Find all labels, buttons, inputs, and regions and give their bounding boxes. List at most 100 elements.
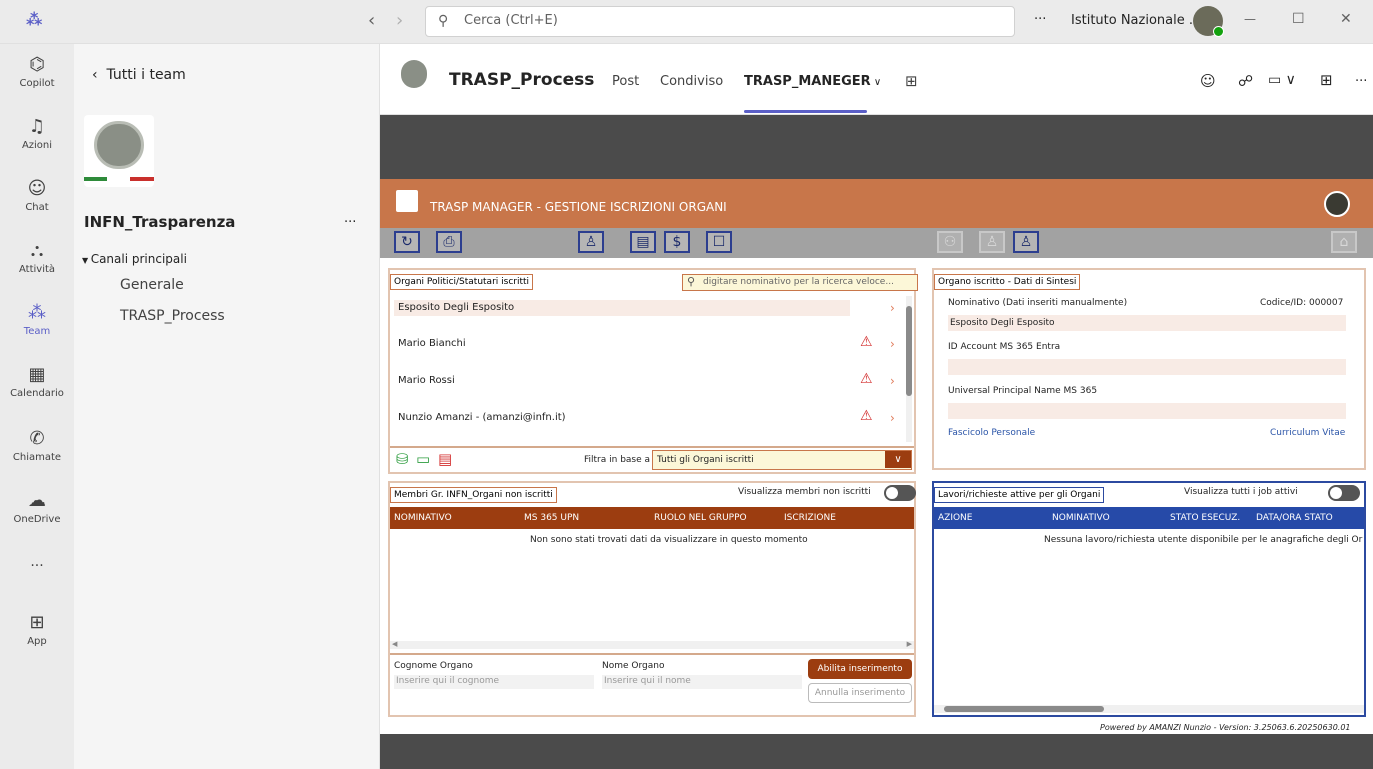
rail-item-attivita[interactable]: ⛬ Attività: [0, 240, 74, 275]
fascicolo-link[interactable]: Fascicolo Personale: [948, 428, 1035, 438]
nome-input[interactable]: Inserire qui il nome: [602, 675, 802, 689]
nominativo-field[interactable]: Esposito Degli Esposito: [948, 315, 1346, 331]
conversation-icon[interactable]: ☺: [1200, 72, 1216, 90]
scrollbar-thumb[interactable]: [906, 306, 912, 396]
column-header[interactable]: MS 365 UPN: [524, 507, 579, 529]
insert-form: Cognome Organo Inserire qui il cognome N…: [390, 653, 914, 715]
person-icon[interactable]: ♙: [1013, 231, 1039, 253]
quick-search-placeholder: digitare nominativo per la ricerca veloc…: [703, 277, 894, 287]
members-hscrollbar[interactable]: ◀ ▶: [390, 640, 914, 649]
column-header[interactable]: STATO ESECUZ.: [1170, 507, 1240, 529]
person-add-dim-icon[interactable]: ♙: [979, 231, 1005, 253]
maximize-button[interactable]: ☐: [1292, 11, 1305, 27]
tab-trasp-maneger[interactable]: TRASP_MANEGER ∨: [744, 74, 881, 89]
section-channels[interactable]: ▼ Canali principali: [82, 252, 187, 266]
back-to-teams-link[interactable]: ‹ Tutti i team: [92, 67, 186, 83]
rail-label: Azioni: [21, 140, 53, 151]
refresh-icon[interactable]: ↻: [394, 231, 420, 253]
payment-icon[interactable]: $: [664, 231, 690, 253]
column-header[interactable]: AZIONE: [938, 507, 972, 529]
database-icon[interactable]: ⛁: [396, 450, 409, 468]
jobs-panel: Lavori/richieste attive per gli Organi V…: [932, 481, 1366, 717]
apps-icon[interactable]: ⊞: [1320, 71, 1333, 89]
rail-item-calendario[interactable]: ▦ Calendario: [0, 364, 74, 399]
close-button[interactable]: ✕: [1340, 11, 1352, 27]
more-options-button[interactable]: ···: [1034, 12, 1046, 27]
copilot-icon: ⌬: [29, 54, 45, 75]
rail-item-app[interactable]: ⊞ App: [0, 612, 74, 647]
tab-condiviso[interactable]: Condiviso: [660, 74, 723, 89]
nominativo-label: Nominativo (Dati inseriti manualmente): [948, 298, 1128, 308]
rail-item-onedrive[interactable]: ☁ OneDrive: [0, 490, 74, 525]
pdf-icon[interactable]: ▤: [438, 450, 452, 468]
rail-item-more[interactable]: ···: [0, 558, 74, 574]
enable-insert-button[interactable]: Abilita inserimento: [808, 659, 912, 679]
forward-arrow-icon[interactable]: ›: [396, 10, 403, 31]
document-icon[interactable]: ▤: [630, 231, 656, 253]
members-toggle-label: Visualizza membri non iscritti: [738, 487, 871, 497]
list-item[interactable]: Mario Bianchi ⚠ ›: [394, 332, 904, 366]
list-scrollbar[interactable]: [906, 296, 912, 442]
members-toggle[interactable]: [884, 485, 916, 501]
curriculum-link[interactable]: Curriculum Vitae: [1270, 428, 1345, 438]
warning-icon: ⚠: [860, 371, 873, 387]
people-dim-icon[interactable]: ⚇: [937, 231, 963, 253]
user-avatar[interactable]: [1324, 191, 1350, 217]
scroll-right-icon[interactable]: ▶: [907, 640, 912, 648]
rail-item-chat[interactable]: ☺ Chat: [0, 178, 74, 213]
rail-item-team[interactable]: ⁂ Team: [0, 302, 74, 337]
scroll-left-icon[interactable]: ◀: [392, 640, 397, 648]
home-edit-dim-icon[interactable]: ⌂: [1331, 231, 1357, 253]
tab-label: TRASP_MANEGER: [744, 74, 871, 89]
list-item[interactable]: Esposito Degli Esposito ›: [394, 296, 904, 330]
column-header[interactable]: DATA/ORA STATO: [1256, 507, 1333, 529]
upn-field[interactable]: [948, 403, 1346, 419]
back-arrow-icon[interactable]: ‹: [368, 10, 375, 31]
people-add-icon[interactable]: ☍: [1238, 72, 1253, 90]
column-header[interactable]: ISCRIZIONE: [784, 507, 836, 529]
upn-label: Universal Principal Name MS 365: [948, 386, 1098, 396]
filter-value: Tutti gli Organi iscritti: [657, 455, 754, 465]
channel-item-trasp-process[interactable]: TRASP_Process: [120, 308, 225, 324]
rail-item-chiamate[interactable]: ✆ Chiamate: [0, 428, 74, 463]
id-account-field[interactable]: [948, 359, 1346, 375]
nome-placeholder: Inserire qui il nome: [604, 676, 691, 686]
cloud-icon: ☁: [28, 490, 46, 511]
folder-icon[interactable]: ▭: [416, 450, 430, 468]
jobs-toggle[interactable]: [1328, 485, 1360, 501]
members-panel-title: Membri Gr. INFN_Organi non iscritti: [390, 487, 557, 503]
list-item[interactable]: Mario Rossi ⚠ ›: [394, 369, 904, 403]
teams-logo-icon[interactable]: ⁂: [26, 10, 48, 32]
filter-select[interactable]: Tutti gli Organi iscritti ∨: [652, 450, 912, 470]
account-name[interactable]: Istituto Nazionale ...: [1071, 13, 1201, 28]
tab-post[interactable]: Post: [612, 74, 639, 89]
channel-item-generale[interactable]: Generale: [120, 277, 184, 293]
global-search-input[interactable]: ⚲ Cerca (Ctrl+E): [425, 6, 1015, 37]
summary-panel-title: Organo iscritto - Dati di Sintesi: [934, 274, 1081, 290]
print-icon[interactable]: ⎙: [436, 231, 462, 253]
quick-search-input[interactable]: ⚲ digitare nominativo per la ricerca vel…: [682, 274, 918, 291]
minimize-button[interactable]: —: [1244, 12, 1256, 26]
list-item[interactable]: Nunzio Amanzi - (amanzi@infn.it) ⚠ ›: [394, 406, 904, 440]
organs-panel-title: Organi Politici/Statutari iscritti: [390, 274, 534, 290]
scrollbar-thumb[interactable]: [944, 706, 1104, 712]
channel-emblem-icon: [401, 60, 427, 88]
channel-more-button[interactable]: ···: [1355, 74, 1367, 89]
column-header[interactable]: NOMINATIVO: [1052, 507, 1110, 529]
add-tab-icon[interactable]: ⊞: [905, 72, 918, 90]
jobs-hscrollbar[interactable]: [934, 705, 1364, 713]
rail-item-copilot[interactable]: ⌬ Copilot: [0, 54, 74, 89]
column-header[interactable]: NOMINATIVO: [394, 507, 452, 529]
certificate-icon[interactable]: ♙: [578, 231, 604, 253]
cognome-input[interactable]: Inserire qui il cognome: [394, 675, 594, 689]
team-more-button[interactable]: ···: [344, 215, 356, 230]
app-toolbar: ↻ ⎙ ♙ ▤ $ ☐ ⚇ ♙ ♙ ⌂: [380, 228, 1373, 258]
search-placeholder: Cerca (Ctrl+E): [464, 13, 558, 28]
column-header[interactable]: RUOLO NEL GRUPPO: [654, 507, 747, 529]
rail-item-azioni[interactable]: ♫ Azioni: [0, 116, 74, 151]
members-empty-message: Non sono stati trovati dati da visualizz…: [530, 535, 808, 545]
rail-label: Chiamate: [12, 452, 62, 463]
contact-card-icon[interactable]: ☐: [706, 231, 732, 253]
cancel-insert-button[interactable]: Annulla inserimento: [808, 683, 912, 703]
video-call-icon[interactable]: ▭ ∨: [1268, 72, 1296, 88]
